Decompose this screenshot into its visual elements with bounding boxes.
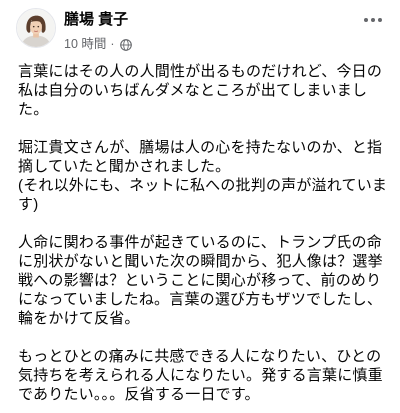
avatar-eye-right	[37, 25, 40, 28]
post-card: 膳場 貴子 10 時間 · 言葉にはその人の人間性が出るものだけれど、今日の 私は…	[0, 0, 400, 413]
post-timestamp[interactable]: 10 時間	[64, 36, 106, 53]
meta-separator: ·	[110, 37, 115, 51]
more-options-button[interactable]	[358, 8, 388, 32]
author-name[interactable]: 膳場 貴子	[64, 10, 128, 29]
avatar-eye-left	[32, 25, 35, 28]
profile-avatar[interactable]	[16, 8, 56, 48]
post-text-line: もっとひとの痛みに共感できる人になりたい、ひとの	[18, 348, 382, 365]
post-text-line: 戦への影響は？ということに関心が移って、前のめり	[18, 272, 382, 289]
post-meta: 10 時間 ·	[64, 36, 132, 53]
post-paragraph: 言葉にはその人の人間性が出るものだけれど、今日の 私は自分のいちばんダメなところが…	[18, 62, 394, 119]
globe-icon[interactable]	[119, 38, 132, 51]
post-text-line: に別状がないと聞いた次の瞬間から、犯人像は？選挙	[18, 253, 383, 270]
post-text-line: でありたい。。。反省する一日です。	[18, 386, 260, 403]
post-text-line: 人命に関わる事件が起きているのに、トランプ氏の命	[18, 234, 382, 251]
post-text-line: 堀江貴文さんが、膳場は人の心を持たないのか、と指	[18, 139, 383, 156]
post-text-line: す)	[18, 196, 39, 213]
post-paragraph: 人命に関わる事件が起きているのに、トランプ氏の命 に別状がないと聞いた次の瞬間から…	[18, 233, 394, 328]
avatar-photo	[17, 9, 55, 47]
post-text-line: 摘していたと聞かされました。	[18, 158, 231, 175]
globe-icon-graphic	[119, 38, 132, 51]
avatar-face	[30, 19, 42, 35]
more-horizontal-icon	[364, 18, 382, 22]
post-text-line: 言葉にはその人の人間性が出るものだけれど、今日の	[18, 63, 383, 80]
post-text-line: (それ以外にも、ネットに私への批判の声が溢れていま	[18, 177, 388, 194]
more-dot	[378, 18, 382, 22]
post-paragraph: もっとひとの痛みに共感できる人になりたい、ひとの 気持ちを考えられる人になりたい。…	[18, 347, 394, 404]
more-dot	[364, 18, 368, 22]
post-text-line: になっていましたね。言葉の選び方もザツでしたし、	[18, 291, 383, 308]
post-text-line: 私は自分のいちばんダメなところが出てしまいまし	[18, 82, 368, 99]
post-text-line: た。	[18, 101, 49, 118]
post-text-line: 気持ちを考えられる人になりたい。発する言葉に慎重	[18, 367, 383, 384]
more-dot	[371, 18, 375, 22]
post-text-line: 輪をかけて反省。	[18, 310, 140, 327]
post-body: 言葉にはその人の人間性が出るものだけれど、今日の 私は自分のいちばんダメなところが…	[18, 62, 394, 404]
post-paragraph: 堀江貴文さんが、膳場は人の心を持たないのか、と指 摘していたと聞かされました。 (そ…	[18, 138, 394, 214]
